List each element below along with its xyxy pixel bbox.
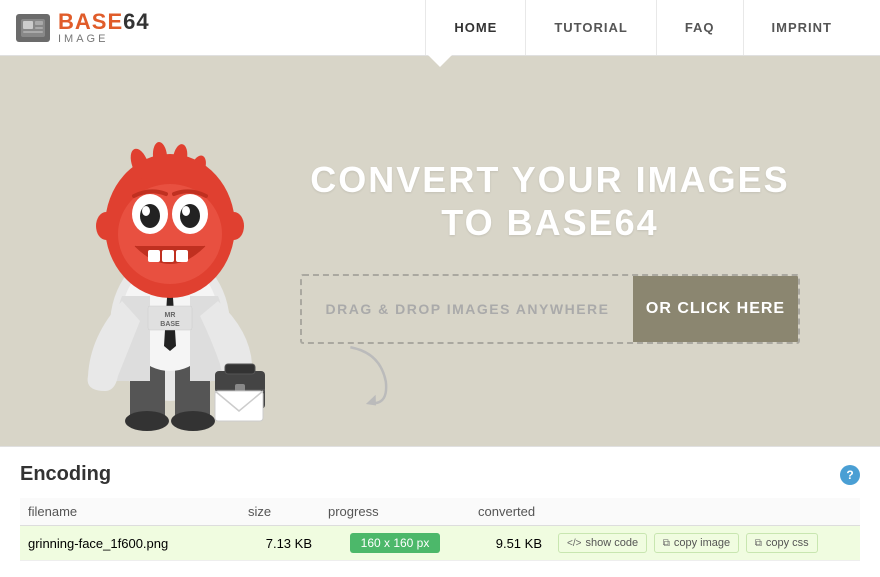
col-header-actions — [550, 498, 860, 526]
main-nav: HOME TUTORIAL FAQ IMPRINT — [425, 0, 860, 55]
logo-sub: IMAGE — [58, 34, 150, 45]
click-here-button[interactable]: OR CLICK HERE — [633, 276, 798, 342]
hero-title: CONVERT YOUR IMAGES TO BASE64 — [310, 158, 789, 244]
nav-item-home[interactable]: HOME — [425, 0, 525, 55]
drop-text: DRAG & DROP IMAGES ANYWHERE — [302, 276, 633, 342]
nav-item-imprint[interactable]: IMPRINT — [743, 0, 860, 55]
svg-text:MR: MR — [165, 312, 176, 319]
show-code-button[interactable]: </> show code — [558, 533, 647, 553]
copy-css-icon: ⧉ — [755, 538, 762, 549]
col-header-filename: filename — [20, 498, 240, 526]
file-progress: 160 x 160 px — [320, 526, 470, 561]
encoding-table: filename size progress converted grinnin… — [20, 498, 860, 561]
header: BASEBASE6464 IMAGE HOME TUTORIAL FAQ IMP… — [0, 0, 880, 56]
drop-zone[interactable]: DRAG & DROP IMAGES ANYWHERE OR CLICK HER… — [300, 274, 800, 344]
copy-icon: ⧉ — [663, 538, 670, 549]
header-triangle — [426, 53, 454, 67]
encoding-header: Encoding ? — [20, 463, 860, 486]
file-actions: </> show code ⧉ copy image ⧉ copy css — [550, 526, 860, 561]
progress-bar: 160 x 160 px — [350, 533, 440, 553]
nav-item-tutorial[interactable]: TUTORIAL — [525, 0, 655, 55]
logo-text: BASEBASE6464 IMAGE — [58, 11, 150, 45]
col-header-converted: converted — [470, 498, 550, 526]
copy-css-button[interactable]: ⧉ copy css — [746, 533, 818, 553]
svg-text:BASE: BASE — [160, 321, 180, 328]
arrow-hint — [320, 334, 419, 427]
encoding-title: Encoding — [20, 463, 111, 486]
file-filename: grinning-face_1f600.png — [20, 526, 240, 561]
file-size: 7.13 KB — [240, 526, 320, 561]
file-converted: 9.51 KB — [470, 526, 550, 561]
code-icon: </> — [567, 538, 581, 549]
encoding-section: Encoding ? filename size progress conver… — [0, 446, 880, 577]
hero-content: CONVERT YOUR IMAGES TO BASE64 DRAG & DRO… — [300, 158, 800, 344]
table-header-row: filename size progress converted — [20, 498, 860, 526]
col-header-progress: progress — [320, 498, 470, 526]
table-row: grinning-face_1f600.png 7.13 KB 160 x 16… — [20, 526, 860, 561]
logo-icon — [16, 14, 50, 42]
hero-section: MR BASE — [0, 56, 880, 446]
col-header-size: size — [240, 498, 320, 526]
logo-name: BASEBASE6464 — [58, 11, 150, 33]
logo-highlight: BASE — [58, 9, 123, 34]
copy-image-button[interactable]: ⧉ copy image — [654, 533, 739, 553]
mascot: MR BASE — [60, 96, 280, 446]
help-icon[interactable]: ? — [840, 465, 860, 485]
logo: BASEBASE6464 IMAGE — [16, 11, 150, 45]
nav-item-faq[interactable]: FAQ — [656, 0, 743, 55]
